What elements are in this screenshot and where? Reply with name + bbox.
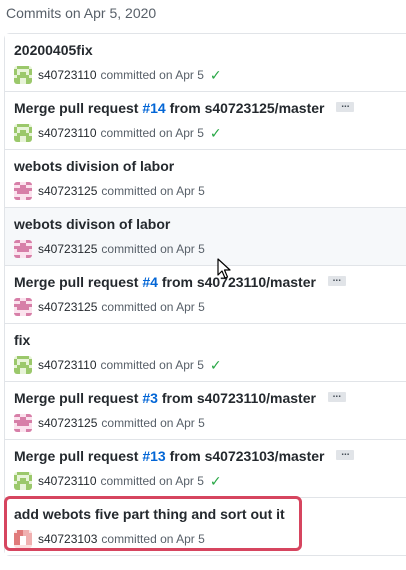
pull-request-link[interactable]: #13: [142, 448, 165, 464]
commit-title[interactable]: fix: [14, 332, 30, 348]
commit-author-link[interactable]: s40723110: [38, 126, 97, 140]
commit-meta: s40723103 committed on Apr 5: [14, 530, 205, 548]
avatar-icon[interactable]: [14, 66, 32, 84]
commit-date: committed on Apr 5: [101, 184, 205, 198]
mouse-cursor-icon: [217, 258, 231, 279]
commit-author-link[interactable]: s40723125: [38, 300, 97, 314]
commit-title[interactable]: Merge pull request #14 from s40723125/ma…: [14, 100, 355, 116]
commits-date-header: Commits on Apr 5, 2020: [6, 5, 157, 21]
commit-row[interactable]: 20200405fix s40723110 committed on Apr 5…: [5, 34, 406, 91]
avatar-icon[interactable]: [14, 240, 32, 258]
commit-row[interactable]: fix s40723110 committed on Apr 5 ✓: [5, 323, 406, 381]
commit-row[interactable]: Merge pull request #4 from s40723110/mas…: [5, 265, 406, 323]
commit-title-text[interactable]: add webots five part thing and sort out …: [14, 506, 285, 522]
commit-title[interactable]: add webots five part thing and sort out …: [14, 506, 285, 522]
commit-row[interactable]: webots division of labor s40723125 commi…: [5, 149, 406, 207]
commit-date: committed on Apr 5: [100, 126, 204, 140]
commit-meta: s40723125 committed on Apr 5: [14, 414, 205, 432]
commit-author-link[interactable]: s40723125: [38, 242, 97, 256]
commit-row[interactable]: webots divison of labor s40723125 commit…: [5, 207, 406, 265]
avatar-icon[interactable]: [14, 530, 32, 548]
commit-row[interactable]: Merge pull request #13 from s40723103/ma…: [5, 439, 406, 497]
commit-author-link[interactable]: s40723125: [38, 416, 97, 430]
commit-title[interactable]: Merge pull request #4 from s40723110/mas…: [14, 274, 346, 290]
commit-meta: s40723110 committed on Apr 5 ✓: [14, 472, 222, 490]
commit-meta: s40723110 committed on Apr 5 ✓: [14, 66, 222, 84]
pull-request-link[interactable]: #3: [142, 390, 158, 406]
commit-author-link[interactable]: s40723110: [38, 358, 97, 372]
commit-author-link[interactable]: s40723110: [38, 474, 97, 488]
verified-check-icon[interactable]: ✓: [210, 357, 222, 374]
commit-date: committed on Apr 5: [100, 474, 204, 488]
commit-title-text[interactable]: webots divison of labor: [14, 216, 170, 232]
commit-meta: s40723110 committed on Apr 5 ✓: [14, 124, 222, 142]
commit-title-suffix[interactable]: from s40723110/master: [158, 274, 316, 290]
commit-title-text[interactable]: 20200405fix: [14, 42, 93, 58]
commit-date: committed on Apr 5: [101, 300, 205, 314]
commit-title[interactable]: Merge pull request #3 from s40723110/mas…: [14, 390, 346, 406]
commit-title-text[interactable]: webots division of labor: [14, 158, 174, 174]
expand-message-button[interactable]: ...: [327, 390, 346, 403]
avatar-icon[interactable]: [14, 124, 32, 142]
commit-meta: s40723125 committed on Apr 5: [14, 240, 205, 258]
commit-meta: s40723125 committed on Apr 5: [14, 182, 205, 200]
commit-author-link[interactable]: s40723110: [38, 68, 97, 82]
commit-title[interactable]: 20200405fix: [14, 42, 93, 58]
commit-author-link[interactable]: s40723103: [38, 532, 97, 546]
expand-message-button[interactable]: ...: [327, 274, 346, 287]
commit-list: 20200405fix s40723110 committed on Apr 5…: [4, 33, 406, 556]
commit-title[interactable]: Merge pull request #13 from s40723103/ma…: [14, 448, 355, 464]
commit-title-text[interactable]: fix: [14, 332, 30, 348]
commit-title-suffix[interactable]: from s40723125/master: [166, 100, 325, 116]
pull-request-link[interactable]: #4: [142, 274, 158, 290]
verified-check-icon[interactable]: ✓: [210, 473, 222, 490]
verified-check-icon[interactable]: ✓: [210, 67, 222, 84]
avatar-icon[interactable]: [14, 414, 32, 432]
avatar-icon[interactable]: [14, 298, 32, 316]
commit-date: committed on Apr 5: [101, 242, 205, 256]
commit-date: committed on Apr 5: [101, 416, 205, 430]
commit-title[interactable]: webots divison of labor: [14, 216, 170, 232]
expand-message-button[interactable]: ...: [336, 448, 355, 461]
commit-title-suffix[interactable]: from s40723110/master: [158, 390, 316, 406]
commit-date: committed on Apr 5: [100, 358, 204, 372]
verified-check-icon[interactable]: ✓: [210, 125, 222, 142]
pull-request-link[interactable]: #14: [142, 100, 165, 116]
commit-row[interactable]: add webots five part thing and sort out …: [5, 497, 406, 555]
commit-date: committed on Apr 5: [100, 68, 204, 82]
commit-title-text[interactable]: Merge pull request: [14, 274, 142, 290]
expand-message-button[interactable]: ...: [336, 100, 355, 113]
commit-meta: s40723125 committed on Apr 5: [14, 298, 205, 316]
commit-meta: s40723110 committed on Apr 5 ✓: [14, 356, 222, 374]
commit-title-suffix[interactable]: from s40723103/master: [166, 448, 325, 464]
commit-title[interactable]: webots division of labor: [14, 158, 174, 174]
avatar-icon[interactable]: [14, 182, 32, 200]
avatar-icon[interactable]: [14, 472, 32, 490]
commit-row[interactable]: Merge pull request #3 from s40723110/mas…: [5, 381, 406, 439]
avatar-icon[interactable]: [14, 356, 32, 374]
commit-row[interactable]: Merge pull request #14 from s40723125/ma…: [5, 91, 406, 149]
commit-title-text[interactable]: Merge pull request: [14, 448, 142, 464]
commit-date: committed on Apr 5: [101, 532, 205, 546]
commit-author-link[interactable]: s40723125: [38, 184, 97, 198]
commit-title-text[interactable]: Merge pull request: [14, 390, 142, 406]
commit-title-text[interactable]: Merge pull request: [14, 100, 142, 116]
